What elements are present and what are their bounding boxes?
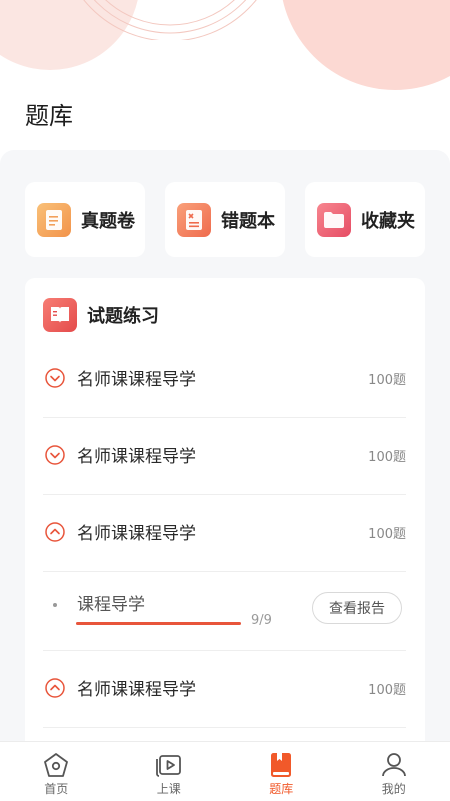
- progress-text: 9/9: [251, 613, 272, 628]
- practice-title: 试题练习: [87, 302, 159, 328]
- wrong-questions-icon: [177, 203, 211, 237]
- row-name: 名师课课程导学: [77, 442, 196, 467]
- category-label: 错题本: [221, 207, 275, 233]
- question-bank-icon: [267, 752, 295, 778]
- practice-card: 试题练习 名师课课程导学 100题 名师课课程导学 100题 名师课课程导学: [25, 278, 425, 758]
- tab-mine[interactable]: 我的: [338, 742, 450, 801]
- bottom-tab-bar: 首页 上课 题库 我的: [0, 741, 450, 801]
- practice-row-expanded[interactable]: 名师课课程导学 100题: [43, 494, 406, 572]
- favorites-folder-icon: [317, 203, 351, 237]
- category-card-favorites[interactable]: 收藏夹: [305, 182, 425, 257]
- chevron-down-icon[interactable]: [45, 445, 65, 465]
- tab-class[interactable]: 上课: [113, 742, 226, 801]
- row-name: 名师课课程导学: [77, 365, 196, 390]
- page-title: 题库: [25, 96, 73, 131]
- view-report-button[interactable]: 查看报告: [312, 592, 402, 624]
- category-label: 真题卷: [81, 207, 135, 233]
- chevron-down-icon[interactable]: [45, 368, 65, 388]
- tab-label: 题库: [225, 780, 338, 797]
- sub-item[interactable]: 课程导学 9/9 查看报告: [43, 572, 406, 651]
- book-icon: [43, 298, 77, 332]
- category-card-wrong[interactable]: 错题本: [165, 182, 285, 257]
- sub-item-name: 课程导学: [77, 590, 145, 615]
- progress-fill: [76, 622, 241, 625]
- row-count: 100题: [368, 679, 406, 698]
- category-card-exam[interactable]: 真题卷: [25, 182, 145, 257]
- row-count: 100题: [368, 523, 406, 542]
- practice-row[interactable]: 名师课课程导学 100题: [43, 417, 406, 495]
- practice-row[interactable]: 名师课课程导学 100题: [43, 650, 406, 728]
- row-count: 100题: [368, 369, 406, 388]
- decoration-circle-right: [280, 0, 450, 90]
- decoration-rings: [60, 0, 300, 40]
- category-label: 收藏夹: [361, 207, 415, 233]
- tab-label: 我的: [338, 780, 450, 797]
- play-video-icon: [155, 752, 183, 778]
- progress-bar: [76, 622, 241, 625]
- home-icon: [42, 752, 70, 778]
- decoration-circle-left: [0, 0, 140, 70]
- row-name: 名师课课程导学: [77, 675, 196, 700]
- chevron-up-icon[interactable]: [45, 522, 65, 542]
- row-name: 名师课课程导学: [77, 519, 196, 544]
- exam-paper-icon: [37, 203, 71, 237]
- user-profile-icon: [380, 752, 408, 778]
- content-panel: 真题卷 错题本 收藏夹: [0, 150, 450, 750]
- row-count: 100题: [368, 446, 406, 465]
- tab-home[interactable]: 首页: [0, 742, 113, 801]
- tab-label: 首页: [0, 780, 113, 797]
- tab-label: 上课: [113, 780, 226, 797]
- tab-question-bank[interactable]: 题库: [225, 742, 338, 801]
- practice-row[interactable]: 名师课课程导学 100题: [43, 340, 406, 418]
- bullet-dot: [53, 603, 57, 607]
- practice-header: 试题练习: [43, 298, 159, 332]
- chevron-up-icon[interactable]: [45, 678, 65, 698]
